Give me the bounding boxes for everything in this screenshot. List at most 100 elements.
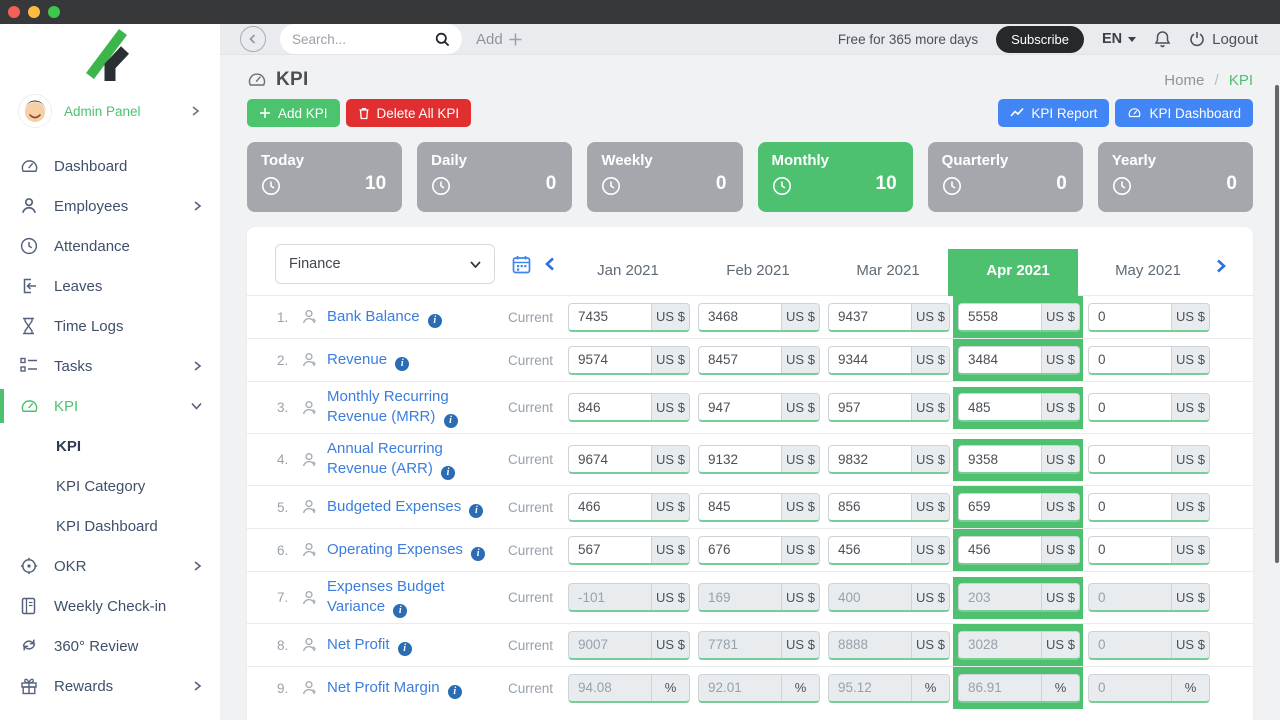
kpi-value-input[interactable] (959, 446, 1041, 472)
sidebar-item-tasks[interactable]: Tasks (0, 346, 220, 386)
kpi-value-input[interactable] (1089, 303, 1171, 330)
kpi-name-link[interactable]: Net Profit i (327, 635, 499, 656)
info-icon[interactable]: i (443, 414, 458, 429)
back-button[interactable] (240, 26, 266, 52)
sidebar-item-employees[interactable]: Employees (0, 186, 220, 226)
kpi-dashboard-button[interactable]: KPI Dashboard (1115, 99, 1253, 127)
calendar-icon[interactable] (512, 255, 531, 274)
kpi-value-input[interactable] (1089, 394, 1171, 420)
info-icon[interactable]: i (441, 466, 456, 481)
kpi-value-input[interactable] (569, 346, 651, 373)
kpi-name-link[interactable]: Operating Expenses i (327, 540, 499, 561)
kpi-name-link[interactable]: Expenses Budget Variance i (327, 577, 499, 619)
kpi-value-input[interactable] (829, 394, 911, 420)
sidebar-item-attendance[interactable]: Attendance (0, 226, 220, 266)
kpi-value-input[interactable] (829, 536, 911, 563)
kpi-value-input[interactable] (569, 303, 651, 330)
kpi-name-link[interactable]: Net Profit Margin i (327, 678, 499, 699)
logout-button[interactable]: Logout (1189, 31, 1258, 48)
kpi-name-link[interactable]: Monthly Recurring Revenue (MRR) i (327, 387, 499, 429)
summary-card-quarterly[interactable]: Quarterly 0 (927, 142, 1083, 212)
kpi-value-input[interactable] (959, 303, 1041, 330)
kpi-value-input[interactable] (959, 394, 1041, 420)
sidebar-item-weekly-check-in[interactable]: Weekly Check-in (0, 586, 220, 626)
next-month-chevron[interactable] (1215, 259, 1227, 273)
kpi-value-input[interactable] (569, 536, 651, 563)
month-header-apr-2021[interactable]: Apr 2021 (953, 262, 1083, 279)
category-select[interactable]: Finance (275, 244, 495, 284)
kpi-value-input[interactable] (699, 346, 781, 373)
kpi-value-input[interactable] (699, 303, 781, 330)
sidebar-item-rewards[interactable]: Rewards (0, 666, 220, 706)
info-icon[interactable]: i (447, 684, 462, 699)
sidebar-item-okr[interactable]: OKR (0, 546, 220, 586)
kpi-value-input[interactable] (1089, 346, 1171, 373)
delete-all-kpi-button[interactable]: Delete All KPI (345, 99, 472, 127)
kpi-value-input[interactable] (699, 493, 781, 520)
breadcrumb-home-link[interactable]: Home (1164, 72, 1204, 89)
kpi-value-input[interactable] (1089, 493, 1171, 520)
info-icon[interactable]: i (395, 356, 410, 371)
notifications-bell-icon[interactable] (1154, 30, 1171, 48)
search-icon[interactable] (435, 32, 450, 47)
summary-card-weekly[interactable]: Weekly 0 (587, 142, 743, 212)
summary-card-today[interactable]: Today 10 (247, 142, 403, 212)
info-icon[interactable]: i (471, 546, 486, 561)
language-selector[interactable]: EN (1102, 31, 1137, 47)
kpi-name-link[interactable]: Revenue i (327, 350, 499, 371)
value-cell: US $ (693, 486, 823, 528)
kpi-value-input[interactable] (829, 346, 911, 373)
admin-panel-link[interactable]: Admin Panel (0, 86, 220, 146)
info-icon[interactable]: i (469, 503, 484, 518)
month-header-feb-2021[interactable]: Feb 2021 (693, 262, 823, 279)
sidebar-subitem-kpi-category[interactable]: KPI Category (0, 466, 220, 506)
sidebar-item-360-review[interactable]: 360° Review (0, 626, 220, 666)
quick-add-button[interactable]: Add (476, 31, 523, 48)
previous-month-chevron[interactable] (544, 257, 556, 271)
kpi-value-input[interactable] (829, 493, 911, 520)
kpi-name-link[interactable]: Budgeted Expenses i (327, 497, 499, 518)
person-icon (301, 680, 327, 696)
kpi-value-input[interactable] (959, 493, 1041, 520)
kpi-value-input[interactable] (829, 446, 911, 472)
summary-card-yearly[interactable]: Yearly 0 (1097, 142, 1253, 212)
kpi-value-input[interactable] (1089, 446, 1171, 472)
summary-card-monthly[interactable]: Monthly 10 (757, 142, 913, 212)
close-window-button[interactable] (8, 6, 20, 18)
kpi-value-input[interactable] (569, 493, 651, 520)
kpi-report-button[interactable]: KPI Report (998, 99, 1110, 127)
value-input-group: % (1088, 673, 1210, 703)
sidebar-item-dashboard[interactable]: Dashboard (0, 146, 220, 186)
search-input[interactable] (292, 31, 435, 47)
kpi-value-input[interactable] (569, 394, 651, 420)
subscribe-button[interactable]: Subscribe (996, 25, 1084, 53)
kpi-value-input[interactable] (699, 394, 781, 420)
info-icon[interactable]: i (397, 641, 412, 656)
add-kpi-button[interactable]: Add KPI (247, 99, 340, 127)
kpi-value-input[interactable] (569, 446, 651, 472)
kpi-value-input[interactable] (829, 303, 911, 330)
sidebar-item-time-logs[interactable]: Time Logs (0, 306, 220, 346)
kpi-value-input[interactable] (959, 536, 1041, 563)
sidebar-subitem-kpi[interactable]: KPI (0, 426, 220, 466)
kpi-value-input[interactable] (699, 536, 781, 563)
summary-card-daily[interactable]: Daily 0 (417, 142, 573, 212)
kpi-value-input[interactable] (1089, 536, 1171, 563)
scrollbar-thumb[interactable] (1275, 85, 1279, 563)
zoom-window-button[interactable] (48, 6, 60, 18)
kpi-name-link[interactable]: Annual Recurring Revenue (ARR) i (327, 439, 499, 481)
kpi-value-input[interactable] (699, 446, 781, 472)
month-header-mar-2021[interactable]: Mar 2021 (823, 262, 953, 279)
sidebar-item-kpi[interactable]: KPI (0, 386, 220, 426)
info-icon[interactable]: i (393, 604, 408, 619)
sidebar-item-leaves[interactable]: Leaves (0, 266, 220, 306)
app-logo[interactable] (0, 24, 220, 86)
month-header-jan-2021[interactable]: Jan 2021 (563, 262, 693, 279)
info-icon[interactable]: i (427, 313, 442, 328)
month-header-may-2021[interactable]: May 2021 (1083, 262, 1213, 279)
kpi-name-link[interactable]: Bank Balance i (327, 307, 499, 328)
unit-addon: US $ (651, 493, 689, 520)
sidebar-subitem-kpi-dashboard[interactable]: KPI Dashboard (0, 506, 220, 546)
kpi-value-input[interactable] (959, 346, 1041, 373)
minimize-window-button[interactable] (28, 6, 40, 18)
